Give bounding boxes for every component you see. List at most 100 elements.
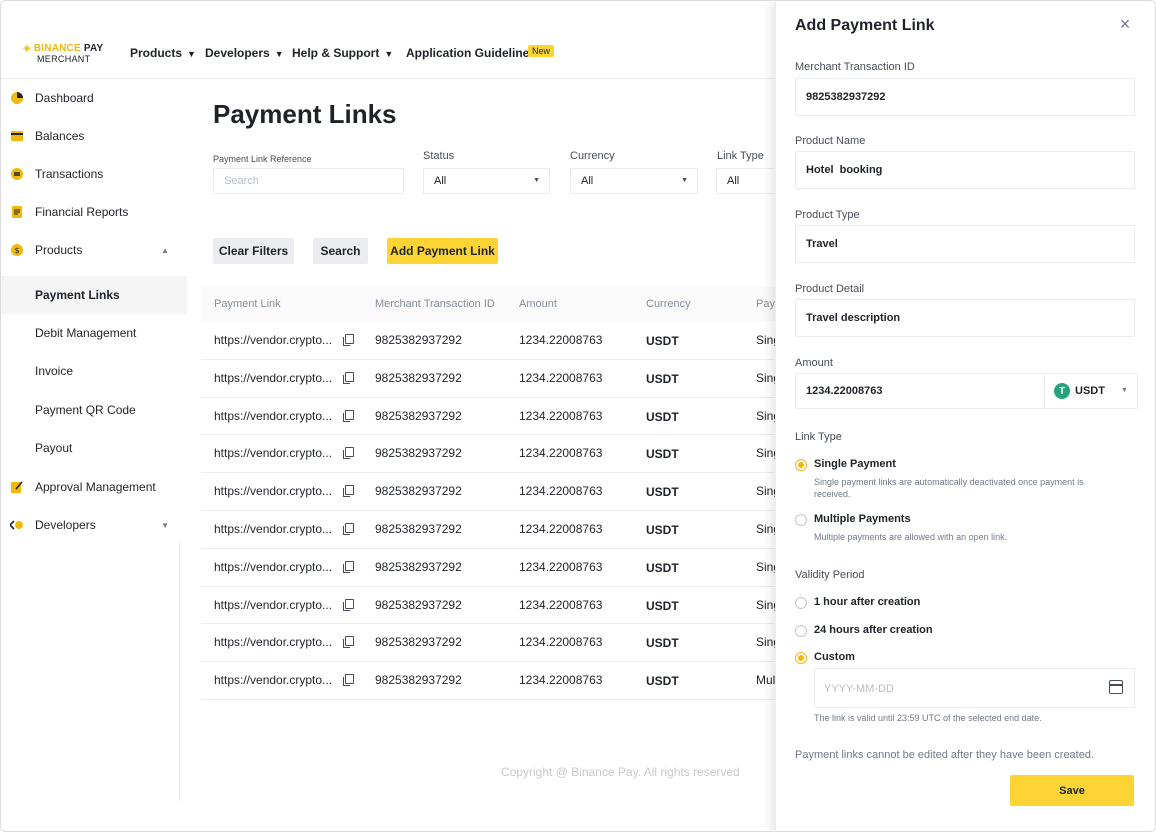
calendar-icon[interactable] bbox=[1109, 680, 1123, 694]
table-row-divider bbox=[201, 699, 781, 700]
search-button[interactable]: Search bbox=[313, 238, 368, 264]
copy-icon[interactable] bbox=[343, 372, 354, 384]
payment-link-reference-input[interactable]: Search bbox=[213, 168, 404, 194]
product-detail-input[interactable]: Travel description bbox=[795, 299, 1135, 337]
caret-down-icon: ▼ bbox=[274, 49, 284, 59]
cell-payment-link[interactable]: https://vendor.crypto... bbox=[214, 409, 332, 423]
twenty-four-hours-radio[interactable] bbox=[795, 625, 807, 637]
sidebar-item-financial-reports[interactable]: Financial Reports bbox=[1, 193, 187, 231]
one-hour-label[interactable]: 1 hour after creation bbox=[814, 596, 920, 608]
end-date-input[interactable]: YYYY-MM-DD bbox=[814, 668, 1135, 708]
sidebar-item-approval-management[interactable]: Approval Management bbox=[1, 468, 187, 506]
sidebar-item-products[interactable]: $ Products ▲ bbox=[1, 231, 187, 269]
sidebar-item-balances[interactable]: Balances bbox=[1, 117, 187, 155]
caret-down-icon: ▼ bbox=[533, 177, 540, 184]
cell-merchant-transaction-id: 9825382937292 bbox=[375, 598, 462, 612]
table-row-divider bbox=[201, 623, 781, 624]
cell-amount: 1234.22008763 bbox=[519, 446, 603, 460]
cell-currency: USDT bbox=[646, 372, 679, 386]
chevron-down-icon: ▼ bbox=[161, 520, 169, 530]
link-type-select[interactable]: All bbox=[716, 168, 776, 194]
copy-icon[interactable] bbox=[343, 599, 354, 611]
nav-application-guidelines[interactable]: Application Guidelines bbox=[406, 46, 536, 60]
twenty-four-hours-label[interactable]: 24 hours after creation bbox=[814, 624, 933, 636]
nav-developers[interactable]: Developers ▼ bbox=[205, 46, 284, 60]
merchant-transaction-id-input[interactable]: 9825382937292 bbox=[795, 78, 1135, 116]
sidebar-item-dashboard[interactable]: Dashboard bbox=[1, 79, 187, 117]
single-payment-radio[interactable] bbox=[795, 459, 807, 471]
custom-label[interactable]: Custom bbox=[814, 651, 855, 663]
sidebar-item-payment-links[interactable]: Payment Links bbox=[1, 276, 187, 314]
sidebar-item-payout[interactable]: Payout bbox=[1, 429, 187, 467]
save-button[interactable]: Save bbox=[1010, 775, 1134, 806]
cell-payment-link[interactable]: https://vendor.crypto... bbox=[214, 484, 332, 498]
currency-select[interactable]: All ▼ bbox=[570, 168, 698, 194]
custom-radio[interactable] bbox=[795, 652, 807, 664]
chevron-up-icon: ▲ bbox=[161, 245, 169, 255]
validity-period-label: Validity Period bbox=[795, 569, 865, 581]
brand-logo[interactable]: ◈ BINANCE PAY MERCHANT bbox=[23, 43, 113, 67]
logo-pay: PAY bbox=[83, 43, 104, 54]
cell-amount: 1234.22008763 bbox=[519, 333, 603, 347]
nav-help-support[interactable]: Help & Support ▼ bbox=[292, 46, 393, 60]
clear-filters-button[interactable]: Clear Filters bbox=[213, 238, 294, 264]
add-payment-link-button[interactable]: Add Payment Link bbox=[387, 238, 498, 264]
copy-icon[interactable] bbox=[343, 561, 354, 573]
binance-diamond-icon: ◈ bbox=[23, 43, 31, 54]
sidebar-item-label: Payment QR Code bbox=[35, 403, 136, 417]
table-row-divider bbox=[201, 472, 781, 473]
filter-linktype-label: Link Type bbox=[717, 150, 764, 162]
multiple-payments-desc: Multiple payments are allowed with an op… bbox=[814, 532, 1008, 542]
add-payment-link-drawer: Add Payment Link × Merchant Transaction … bbox=[775, 1, 1155, 831]
cell-payment-link[interactable]: https://vendor.crypto... bbox=[214, 333, 332, 347]
sidebar-item-label: Balances bbox=[35, 129, 85, 143]
amount-field[interactable]: 1234.22008763 T USDT ▼ bbox=[795, 373, 1138, 409]
currency-selector[interactable]: USDT bbox=[1075, 385, 1105, 397]
copy-icon[interactable] bbox=[343, 334, 354, 346]
logo-text-top: ◈ BINANCE PAY bbox=[23, 43, 103, 54]
copy-icon[interactable] bbox=[343, 485, 354, 497]
cell-amount: 1234.22008763 bbox=[519, 371, 603, 385]
cell-currency: USDT bbox=[646, 599, 679, 613]
copy-icon[interactable] bbox=[343, 523, 354, 535]
multiple-payments-radio[interactable] bbox=[795, 514, 807, 526]
sidebar-item-label: Payout bbox=[35, 441, 73, 455]
single-payment-desc: Single payment links are automatically d… bbox=[814, 477, 1084, 499]
single-payment-label[interactable]: Single Payment bbox=[814, 458, 896, 470]
caret-down-icon[interactable]: ▼ bbox=[1121, 387, 1128, 394]
copy-icon[interactable] bbox=[343, 447, 354, 459]
mtid-label: Merchant Transaction ID bbox=[795, 61, 915, 73]
drawer-title: Add Payment Link bbox=[795, 17, 935, 34]
copy-icon[interactable] bbox=[343, 674, 354, 686]
product-name-input[interactable]: Hotel booking bbox=[795, 151, 1135, 189]
copy-icon[interactable] bbox=[343, 636, 354, 648]
multiple-payments-label[interactable]: Multiple Payments bbox=[814, 513, 911, 525]
cell-payment-link[interactable]: https://vendor.crypto... bbox=[214, 446, 332, 460]
sidebar-item-developers[interactable]: Developers ▼ bbox=[1, 506, 187, 544]
one-hour-radio[interactable] bbox=[795, 597, 807, 609]
close-icon[interactable]: × bbox=[1116, 15, 1134, 33]
cell-payment-link[interactable]: https://vendor.crypto... bbox=[214, 371, 332, 385]
copy-icon[interactable] bbox=[343, 410, 354, 422]
cell-currency: USDT bbox=[646, 410, 679, 424]
status-select[interactable]: All ▼ bbox=[423, 168, 550, 194]
nav-help-label: Help & Support bbox=[292, 46, 380, 60]
sidebar-item-label: Debit Management bbox=[35, 326, 137, 340]
cell-currency: USDT bbox=[646, 447, 679, 461]
cell-currency: USDT bbox=[646, 636, 679, 650]
date-placeholder: YYYY-MM-DD bbox=[824, 683, 894, 695]
product-detail-label: Product Detail bbox=[795, 283, 865, 295]
cell-payment-link[interactable]: https://vendor.crypto... bbox=[214, 673, 332, 687]
cell-payment-link[interactable]: https://vendor.crypto... bbox=[214, 598, 332, 612]
cell-merchant-transaction-id: 9825382937292 bbox=[375, 446, 462, 460]
sidebar-item-debit-management[interactable]: Debit Management bbox=[1, 314, 187, 352]
cell-payment-link[interactable]: https://vendor.crypto... bbox=[214, 560, 332, 574]
nav-developers-label: Developers bbox=[205, 46, 270, 60]
cell-payment-link[interactable]: https://vendor.crypto... bbox=[214, 522, 332, 536]
sidebar-item-payment-qr-code[interactable]: Payment QR Code bbox=[1, 391, 187, 429]
sidebar-item-invoice[interactable]: Invoice bbox=[1, 352, 187, 390]
nav-products[interactable]: Products ▼ bbox=[130, 46, 196, 60]
sidebar-item-transactions[interactable]: Transactions bbox=[1, 155, 187, 193]
product-type-input[interactable]: Travel bbox=[795, 225, 1135, 263]
cell-payment-link[interactable]: https://vendor.crypto... bbox=[214, 635, 332, 649]
